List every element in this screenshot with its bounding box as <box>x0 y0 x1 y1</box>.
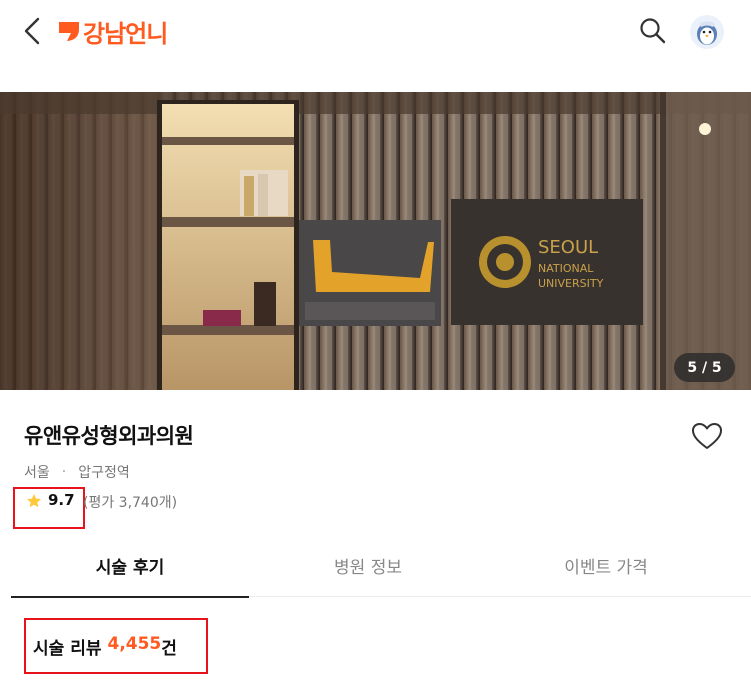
brand-name: 강남언니 <box>83 19 168 48</box>
brand-logo[interactable]: 강남언니 <box>58 14 168 48</box>
tab-procedure-reviews[interactable]: 시술 후기 <box>11 533 249 598</box>
avatar[interactable] <box>690 15 724 49</box>
rating-count: (평가 3,740개) <box>83 495 178 511</box>
penguin-avatar-icon <box>690 15 724 49</box>
review-count-value: 4,455 <box>107 634 162 654</box>
location-city: 서울 <box>24 465 50 481</box>
tab-event-prices[interactable]: 이벤트 가격 <box>487 533 725 597</box>
sign-text-university: UNIVERSITY <box>538 277 604 290</box>
top-header: 강남언니 <box>0 0 751 64</box>
brand-logo-icon <box>59 22 79 41</box>
heart-icon <box>692 423 722 449</box>
clinic-tabs: 시술 후기 병원 정보 이벤트 가격 <box>11 533 751 598</box>
sign-text-national: NATIONAL <box>538 262 594 275</box>
location-area: 압구정역 <box>78 465 130 481</box>
search-button[interactable] <box>637 14 669 48</box>
review-heading-label: 시술 리뷰 <box>33 639 102 659</box>
back-icon <box>24 17 40 45</box>
gallery-page-counter: 5 / 5 <box>674 353 735 382</box>
location-separator: · <box>61 464 67 480</box>
rating-score: 9.7 <box>48 491 75 509</box>
star-icon <box>27 494 41 508</box>
clinic-interior-photo: SEOUL NATIONAL UNIVERSITY <box>0 92 751 390</box>
sign-text-seoul: SEOUL <box>538 237 598 258</box>
favorite-button[interactable] <box>690 420 724 452</box>
clinic-location: 서울 · 압구정역 <box>24 462 130 482</box>
review-count-unit: 건 <box>161 639 177 659</box>
review-count-heading: 시술 리뷰 4,455 건 <box>33 634 177 659</box>
clinic-photo-gallery[interactable]: SEOUL NATIONAL UNIVERSITY <box>0 92 751 390</box>
clinic-name: 유앤유성형외과의원 <box>24 424 194 448</box>
search-icon <box>640 18 666 44</box>
tab-hospital-info[interactable]: 병원 정보 <box>249 533 487 597</box>
back-button[interactable] <box>18 14 48 48</box>
